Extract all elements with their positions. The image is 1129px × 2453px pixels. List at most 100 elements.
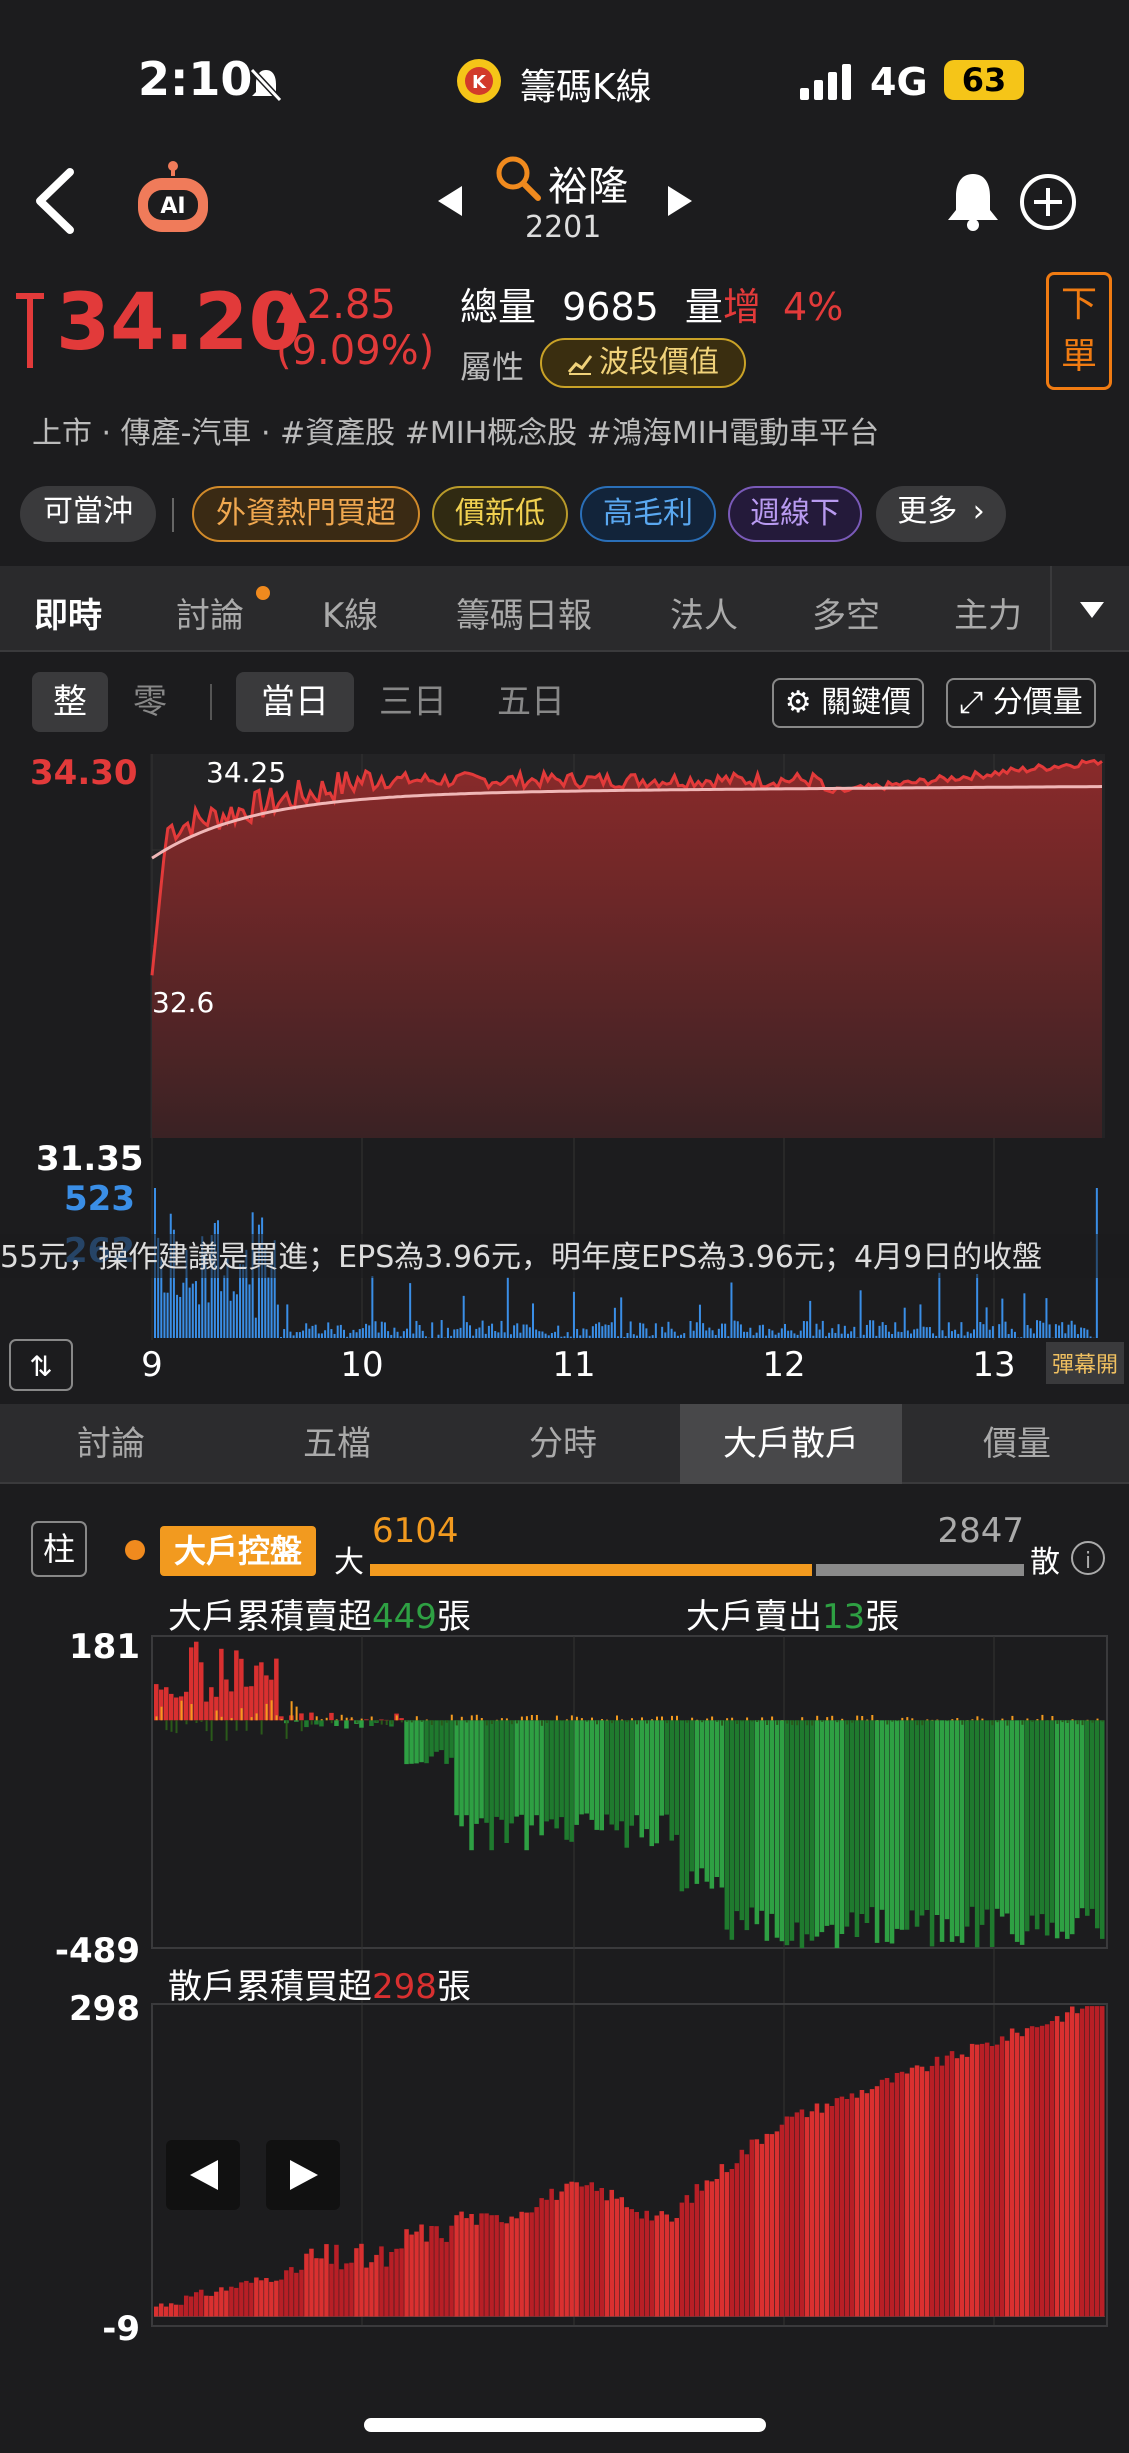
big-flow-bar	[1006, 1720, 1009, 1726]
big-flow-bar	[300, 1720, 303, 1732]
key-price-button[interactable]: ⚙ 關鍵價	[772, 678, 924, 728]
ptab-time-share[interactable]: 分時	[452, 1404, 674, 1484]
order-button[interactable]: 下單	[1046, 272, 1112, 390]
search-icon[interactable]	[494, 154, 542, 202]
small-cum-bar	[549, 2188, 554, 2317]
big-cum-bar	[889, 1720, 895, 1944]
small-cum-bar	[384, 2266, 389, 2317]
back-chevron-icon[interactable]	[30, 166, 80, 236]
tab-long-short[interactable]: 多空	[812, 588, 880, 637]
small-cum-bar	[224, 2290, 229, 2317]
big-flow-bar	[260, 1720, 263, 1735]
volume-bar	[481, 1320, 484, 1338]
ptab-discussion[interactable]: 討論	[0, 1404, 222, 1484]
range-five-day[interactable]: 五日	[472, 672, 590, 732]
big-cum-bar	[954, 1720, 960, 1937]
big-cum-bar	[579, 1720, 584, 1815]
big-cum-bar	[1095, 1720, 1100, 1929]
big-flow-bar	[510, 1720, 513, 1725]
big-flow-bar	[851, 1720, 854, 1723]
big-flow-bar	[385, 1720, 388, 1725]
chip-price-low[interactable]: 價新低	[432, 486, 568, 542]
volume-bar	[796, 1334, 799, 1338]
mute-bell-icon	[249, 67, 283, 103]
big-flow-bar	[776, 1720, 779, 1725]
small-cum-bar	[334, 2244, 339, 2317]
big-cum-bar	[509, 1720, 514, 1824]
add-circle-icon[interactable]	[1018, 172, 1078, 232]
toggle-odd[interactable]: 零	[112, 672, 188, 732]
chip-daytrade[interactable]: 可當沖	[20, 486, 156, 542]
ptab-price-volume[interactable]: 價量	[906, 1404, 1128, 1484]
tab-major[interactable]: 主力	[954, 588, 1022, 637]
big-flow-bar	[160, 1706, 163, 1721]
industry-tags[interactable]: 上市 · 傳產-汽車 · #資產股 #MIH概念股 #鴻海MIH電動車平台	[32, 408, 879, 452]
pillar-label: 柱	[43, 1530, 75, 1568]
volume-bar	[979, 1322, 982, 1338]
volume-bar	[352, 1329, 355, 1338]
volume-bar	[913, 1329, 916, 1338]
big-cum-bar	[634, 1720, 639, 1816]
tab-kline[interactable]: K線	[322, 588, 378, 637]
volume-bar	[717, 1328, 720, 1338]
small-cum-bar	[499, 2222, 504, 2317]
volume-bar	[368, 1325, 371, 1338]
chip-foreign-buy[interactable]: 外資熱門買超	[192, 486, 420, 542]
small-cum-bar	[824, 2103, 830, 2317]
bell-icon[interactable]	[944, 170, 1002, 232]
prev-stock-icon[interactable]	[436, 184, 466, 218]
volume-bar	[998, 1324, 1001, 1338]
big-cum-bar	[1065, 1720, 1070, 1939]
big-cum-bar	[829, 1720, 835, 1925]
volume-bar	[780, 1328, 783, 1338]
ai-robot-icon[interactable]: AI	[128, 160, 218, 240]
toggle-whole[interactable]: 整	[32, 672, 108, 732]
range-three-day[interactable]: 三日	[354, 672, 472, 732]
split-volume-button[interactable]: ⤢ 分價量	[946, 678, 1096, 728]
dropdown-icon[interactable]	[1078, 600, 1106, 620]
volume-bar	[850, 1331, 853, 1338]
intraday-chart[interactable]: 34.30 31.35 34.25 32.6 523 262 55元，操作建議是…	[0, 740, 1129, 1400]
big-flow-bar	[200, 1720, 203, 1722]
volume-bar	[390, 1334, 393, 1338]
volume-bar	[916, 1328, 919, 1338]
volume-bar	[802, 1321, 805, 1338]
small-ymax-label: 298	[69, 1989, 140, 2029]
big-cum-bar	[499, 1720, 504, 1820]
main-tabs: 即時 討論 K線 籌碼日報 法人 多空 主力	[0, 566, 1129, 652]
chip-more[interactable]: 更多 ›	[876, 486, 1006, 542]
volume-bar	[869, 1320, 872, 1338]
range-today[interactable]: 當日	[236, 672, 354, 732]
next-stock-icon[interactable]	[664, 184, 694, 218]
small-cum-bar	[954, 2058, 960, 2317]
chip-high-margin[interactable]: 高毛利	[580, 486, 716, 542]
small-cum-bar	[1029, 2026, 1035, 2317]
stock-name[interactable]: 裕隆	[548, 154, 628, 212]
big-flow-bar	[195, 1720, 198, 1723]
big-cum-bar	[639, 1720, 644, 1838]
volume-unit-label: 量	[684, 285, 723, 329]
chip-week-down[interactable]: 週線下	[728, 486, 862, 542]
small-label: 散	[1030, 1545, 1060, 1580]
small-cum-bar	[894, 2073, 900, 2317]
ptab-five-level[interactable]: 五檔	[226, 1404, 448, 1484]
volume-bar	[585, 1329, 588, 1338]
big-flow-bar	[310, 1720, 313, 1725]
small-cum-bar	[484, 2213, 489, 2317]
tab-chip-daily[interactable]: 籌碼日報	[456, 588, 592, 637]
tab-realtime[interactable]: 即時	[34, 588, 102, 637]
volume-bar	[1007, 1334, 1010, 1338]
big-flow-bar	[245, 1720, 248, 1731]
volume-bar	[925, 1327, 928, 1338]
tab-institutional[interactable]: 法人	[670, 588, 738, 637]
volume-bar	[437, 1334, 440, 1338]
big-flow-bar	[530, 1715, 533, 1721]
ptab-big-small[interactable]: 大戶散戶	[680, 1404, 902, 1484]
volume-bar	[617, 1336, 620, 1338]
small-cum-bar	[884, 2078, 890, 2317]
big-cum-bar	[1044, 1720, 1050, 1936]
attribute-pill[interactable]: 波段價值	[540, 338, 746, 388]
big-cum-bar	[414, 1720, 419, 1764]
tab-discussion[interactable]: 討論	[176, 588, 244, 637]
volume-bar	[935, 1335, 938, 1338]
